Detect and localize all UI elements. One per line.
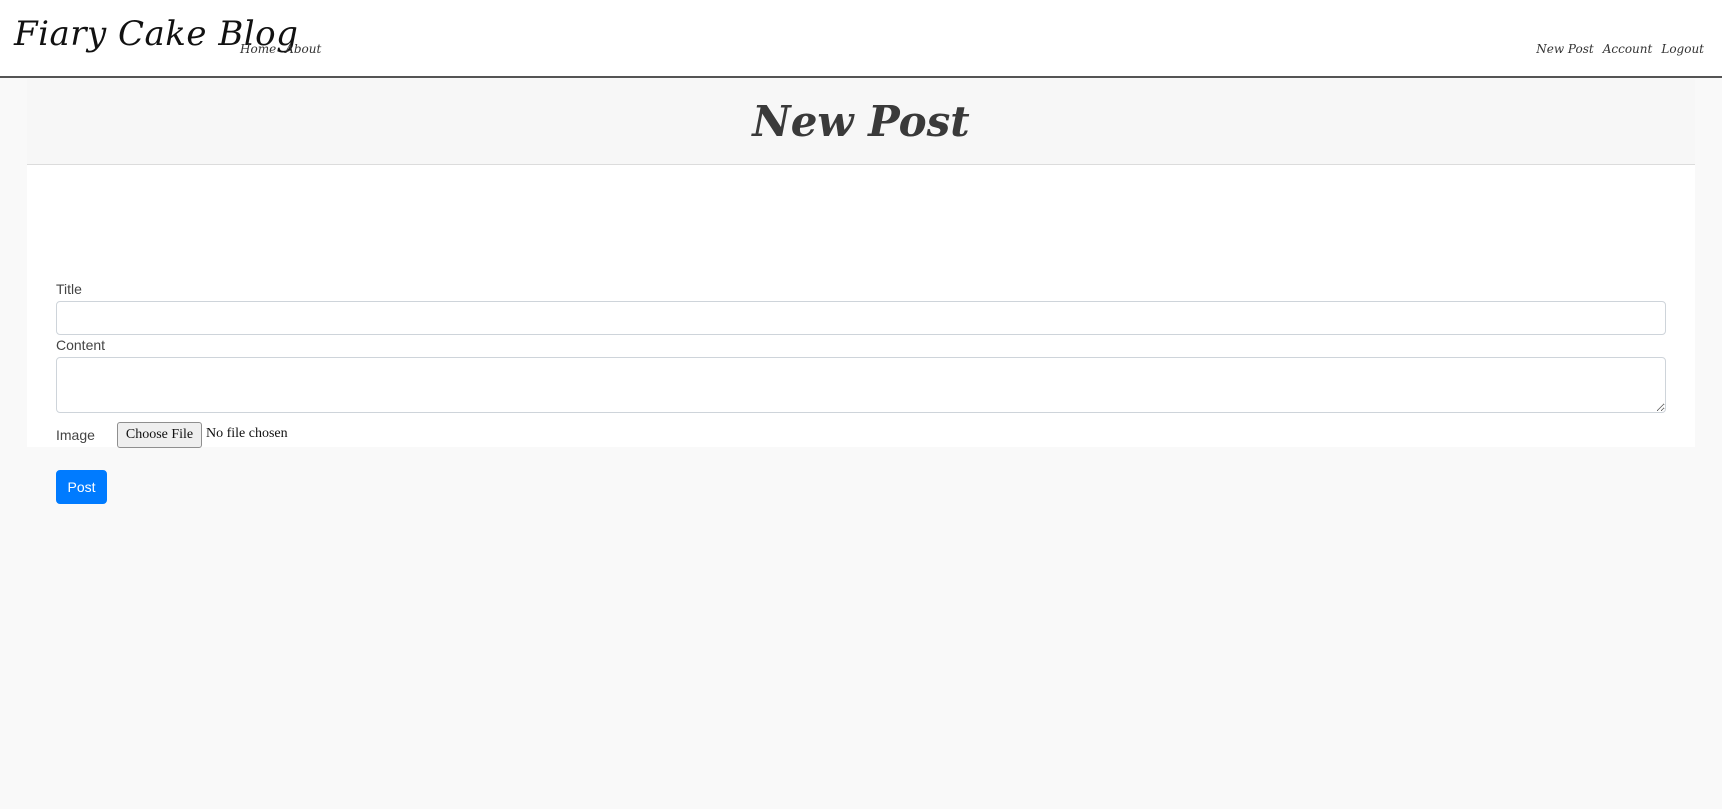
- nav-link-account[interactable]: Account: [1603, 42, 1653, 56]
- page-title: New Post: [752, 97, 970, 146]
- nav-link-logout[interactable]: Logout: [1661, 42, 1704, 56]
- nav-link-about[interactable]: About: [285, 42, 321, 56]
- card-header: New Post: [27, 79, 1695, 165]
- new-post-card: New Post Title Content Image Choose File…: [27, 79, 1695, 504]
- nav-left-links: Home About: [240, 42, 321, 56]
- nav-link-new-post[interactable]: New Post: [1536, 42, 1593, 56]
- post-button[interactable]: Post: [56, 470, 107, 504]
- content-textarea[interactable]: [56, 357, 1666, 413]
- image-label: Image: [56, 427, 95, 443]
- nav-link-home[interactable]: Home: [240, 42, 276, 56]
- title-label: Title: [56, 281, 82, 297]
- nav-right-links: New Post Account Logout: [1536, 42, 1704, 56]
- file-status-text: No file chosen: [206, 426, 288, 441]
- content-label: Content: [56, 337, 106, 353]
- title-input[interactable]: [56, 301, 1666, 335]
- top-navbar: Fiary Cake Blog Home About New Post Acco…: [0, 0, 1722, 78]
- choose-file-button[interactable]: Choose File: [117, 422, 202, 448]
